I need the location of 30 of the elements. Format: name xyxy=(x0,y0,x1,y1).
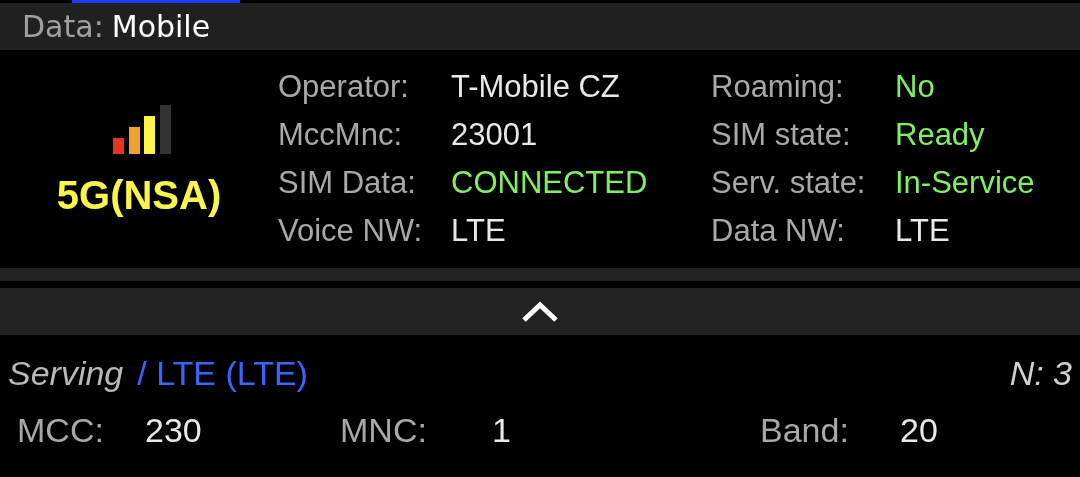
info-label: Voice NW: xyxy=(278,212,424,250)
serving-technology: / LTE (LTE) xyxy=(137,353,308,393)
data-value: Mobile xyxy=(111,9,211,44)
info-label: SIM Data: xyxy=(278,164,417,202)
info-label: Roaming: xyxy=(711,68,845,106)
data-label: Data: xyxy=(22,9,104,44)
cell-label: MCC: xyxy=(17,411,105,450)
info-value: 23001 xyxy=(451,116,539,154)
info-label: SIM state: xyxy=(711,116,852,154)
info-label: Data NW: xyxy=(711,212,846,250)
info-value: No xyxy=(895,68,936,106)
network-type: 5G(NSA) xyxy=(56,172,222,218)
cell-value: 230 xyxy=(145,411,202,450)
info-value: In-Service xyxy=(895,164,1035,202)
collapse-bar[interactable] xyxy=(0,288,1080,335)
info-value: LTE xyxy=(451,212,507,250)
cell-label: MNC: xyxy=(340,411,428,450)
serving-title: Serving xyxy=(8,353,124,393)
info-label: Operator: xyxy=(278,68,410,106)
chevron-up-icon xyxy=(521,300,559,323)
info-value: LTE xyxy=(895,212,951,250)
info-value: T-Mobile CZ xyxy=(451,68,621,106)
cell-label: Band: xyxy=(760,411,850,450)
neighbour-count: N: 3 xyxy=(1009,353,1072,393)
info-value: CONNECTED xyxy=(451,164,649,202)
cell-value: 20 xyxy=(900,411,938,450)
info-label: Serv. state: xyxy=(711,164,867,202)
info-value: Ready xyxy=(895,116,986,154)
info-label: MccMnc: xyxy=(278,116,403,154)
cell-value: 1 xyxy=(492,411,511,450)
